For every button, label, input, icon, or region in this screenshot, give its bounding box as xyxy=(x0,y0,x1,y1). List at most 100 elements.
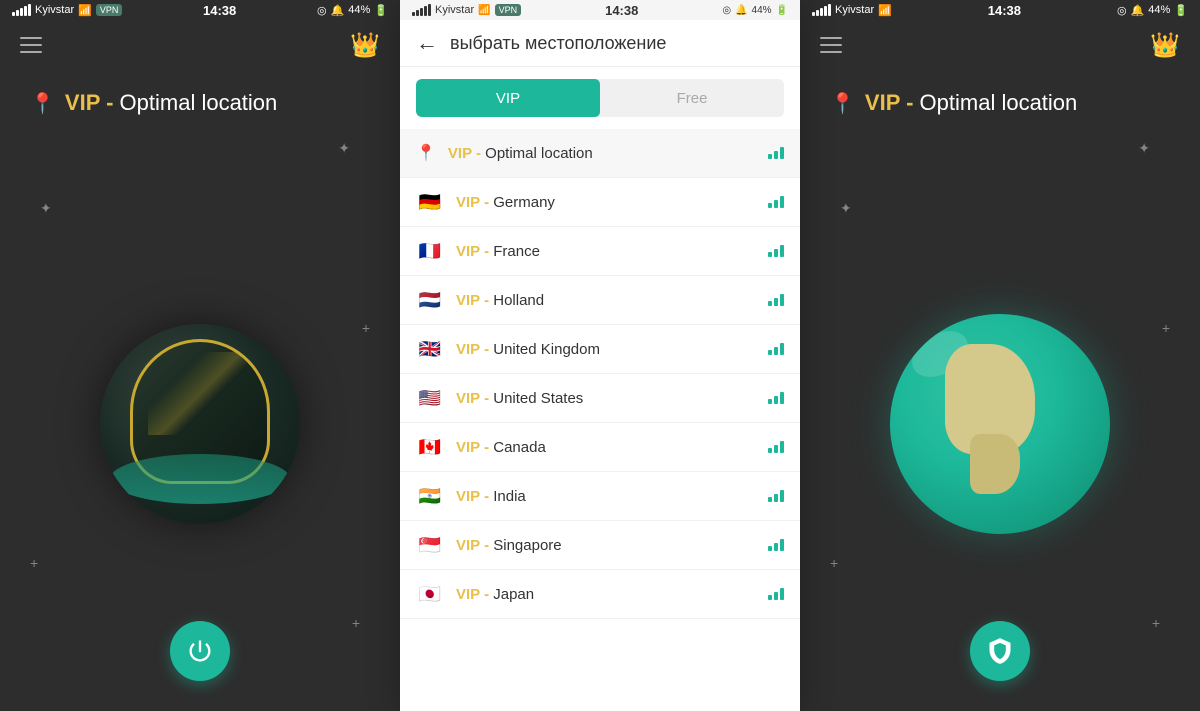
battery-icon: 🔋 xyxy=(374,4,388,17)
vpn-badge: VPN xyxy=(96,4,123,16)
modal-title: выбрать местоположение xyxy=(450,33,666,54)
location-label-right: 📍 VIP - Optimal location xyxy=(800,70,1200,136)
right-status-bar: Kyivstar 📶 14:38 ◎ 🔔 44% 🔋 xyxy=(800,0,1200,20)
alarm-right: 🔔 xyxy=(1131,4,1145,17)
vip-prefix-left: VIP - xyxy=(65,90,120,115)
vip-prefix-right: VIP - xyxy=(865,90,920,115)
right-panel: Kyivstar 📶 14:38 ◎ 🔔 44% 🔋 👑 📍 VIP - Opt… xyxy=(800,0,1200,711)
power-button[interactable] xyxy=(170,621,230,681)
right-status-left: Kyivstar 📶 xyxy=(812,4,892,17)
pin-icon: 📍 xyxy=(416,143,436,163)
back-button[interactable]: ← xyxy=(416,32,438,54)
flag-france: 🇫🇷 xyxy=(416,241,444,261)
signal-icon-mid xyxy=(412,4,431,16)
location-label-left: 📍 VIP - Optimal location xyxy=(0,70,400,136)
flag-canada: 🇨🇦 xyxy=(416,437,444,457)
alarm-mid: 🔔 xyxy=(735,5,747,16)
location-indicator: ◎ xyxy=(317,4,327,17)
indicator-right: ◎ xyxy=(1117,4,1127,17)
left-panel-header: 👑 xyxy=(0,20,400,70)
signal-bars-singapore xyxy=(768,539,784,551)
left-status-bar: Kyivstar 📶 VPN 14:38 ◎ 🔔 44% 🔋 xyxy=(0,0,400,20)
location-text-right: VIP - Optimal location xyxy=(865,90,1077,116)
item-label-singapore: VIP - Singapore xyxy=(456,537,756,554)
continent-south xyxy=(970,434,1020,494)
signal-bars-us xyxy=(768,392,784,404)
shield-icon xyxy=(986,637,1014,665)
signal-bars-optimal xyxy=(768,147,784,159)
crown-icon[interactable]: 👑 xyxy=(350,31,380,60)
flag-us: 🇺🇸 xyxy=(416,388,444,408)
helmet xyxy=(130,339,270,484)
flag-japan: 🇯🇵 xyxy=(416,584,444,604)
flag-germany: 🇩🇪 xyxy=(416,192,444,212)
list-item-france[interactable]: 🇫🇷 VIP - France xyxy=(400,227,800,276)
location-list: 📍 VIP - Optimal location 🇩🇪 VIP - German… xyxy=(400,129,800,711)
location-text-left: VIP - Optimal location xyxy=(65,90,277,116)
battery-level: 44% xyxy=(348,4,370,16)
item-label-japan: VIP - Japan xyxy=(456,586,756,603)
list-item-india[interactable]: 🇮🇳 VIP - India xyxy=(400,472,800,521)
middle-status-left: Kyivstar 📶 VPN xyxy=(412,4,521,16)
item-label-holland: VIP - Holland xyxy=(456,292,756,309)
battery-icon-mid: 🔋 xyxy=(776,5,788,16)
status-right: ◎ 🔔 44% 🔋 xyxy=(317,4,388,17)
status-time: 14:38 xyxy=(203,3,236,18)
list-item-germany[interactable]: 🇩🇪 VIP - Germany xyxy=(400,178,800,227)
carrier-mid: Kyivstar xyxy=(435,4,474,16)
location-pin-icon: 📍 xyxy=(30,91,55,116)
crown-icon-right[interactable]: 👑 xyxy=(1150,31,1180,60)
signal-bars-japan xyxy=(768,588,784,600)
globe-left xyxy=(100,324,300,524)
tab-vip[interactable]: VIP xyxy=(416,79,600,117)
modal-header: ← выбрать местоположение xyxy=(400,20,800,67)
right-status-right: ◎ 🔔 44% 🔋 xyxy=(1117,4,1188,17)
tab-free[interactable]: Free xyxy=(600,79,784,117)
alarm-icon: 🔔 xyxy=(331,4,345,17)
flag-holland: 🇳🇱 xyxy=(416,290,444,310)
flag-india: 🇮🇳 xyxy=(416,486,444,506)
flag-uk: 🇬🇧 xyxy=(416,339,444,359)
item-label-us: VIP - United States xyxy=(456,390,756,407)
signal-bars-germany xyxy=(768,196,784,208)
vip-free-tabs: VIP Free xyxy=(416,79,784,117)
item-label-germany: VIP - Germany xyxy=(456,194,756,211)
item-label-optimal: VIP - Optimal location xyxy=(448,145,756,162)
list-item-optimal[interactable]: 📍 VIP - Optimal location xyxy=(400,129,800,178)
location-pin-icon-right: 📍 xyxy=(830,91,855,116)
power-icon xyxy=(186,637,214,665)
battery-mid: 44% xyxy=(752,5,772,16)
menu-button[interactable] xyxy=(20,37,42,53)
battery-icon-right: 🔋 xyxy=(1174,4,1188,17)
item-label-france: VIP - France xyxy=(456,243,756,260)
list-item-us[interactable]: 🇺🇸 VIP - United States xyxy=(400,374,800,423)
indicator-mid: ◎ xyxy=(722,5,731,16)
signal-icon xyxy=(12,4,31,16)
signal-bars-canada xyxy=(768,441,784,453)
item-label-uk: VIP - United Kingdom xyxy=(456,341,756,358)
signal-icon-right xyxy=(812,4,831,16)
list-item-canada[interactable]: 🇨🇦 VIP - Canada xyxy=(400,423,800,472)
wifi-icon: 📶 xyxy=(78,4,92,17)
item-label-india: VIP - India xyxy=(456,488,756,505)
item-label-canada: VIP - Canada xyxy=(456,439,756,456)
vpn-badge-mid: VPN xyxy=(495,4,522,16)
list-item-singapore[interactable]: 🇸🇬 VIP - Singapore xyxy=(400,521,800,570)
list-item-japan[interactable]: 🇯🇵 VIP - Japan xyxy=(400,570,800,619)
menu-button-right[interactable] xyxy=(820,37,842,53)
wifi-icon-right: 📶 xyxy=(878,4,892,17)
shield-button[interactable] xyxy=(970,621,1030,681)
middle-status-bar: Kyivstar 📶 VPN 14:38 ◎ 🔔 44% 🔋 xyxy=(400,0,800,20)
time-right: 14:38 xyxy=(988,3,1021,18)
signal-bars-holland xyxy=(768,294,784,306)
location-selector-panel: Kyivstar 📶 VPN 14:38 ◎ 🔔 44% 🔋 ← выбрать… xyxy=(400,0,800,711)
list-item-uk[interactable]: 🇬🇧 VIP - United Kingdom xyxy=(400,325,800,374)
middle-status-right: ◎ 🔔 44% 🔋 xyxy=(722,5,788,16)
wifi-icon-mid: 📶 xyxy=(478,5,490,16)
list-item-holland[interactable]: 🇳🇱 VIP - Holland xyxy=(400,276,800,325)
signal-bars-france xyxy=(768,245,784,257)
signal-bars-india xyxy=(768,490,784,502)
right-panel-header: 👑 xyxy=(800,20,1200,70)
signal-bars-uk xyxy=(768,343,784,355)
carrier-name: Kyivstar xyxy=(35,4,74,16)
